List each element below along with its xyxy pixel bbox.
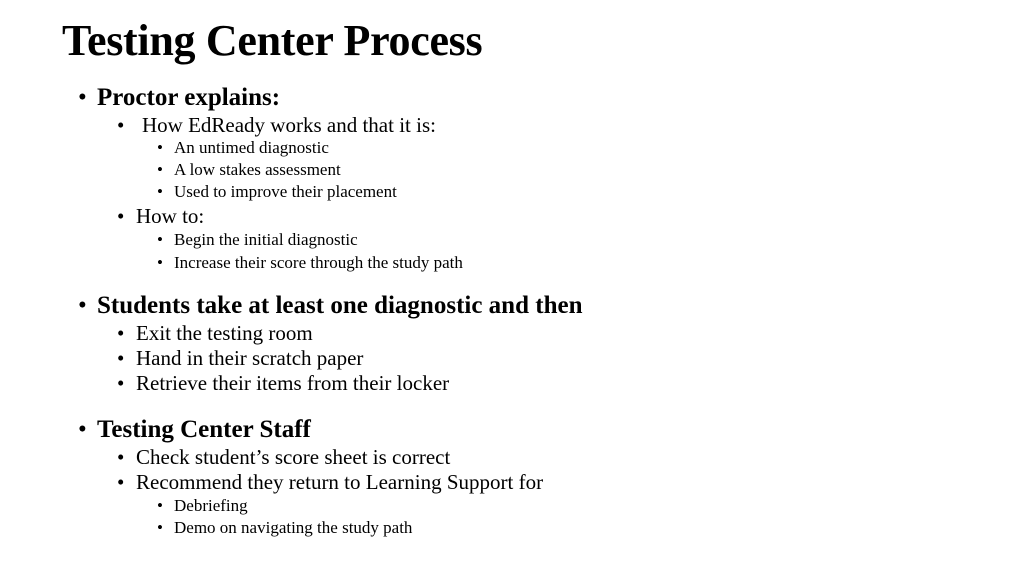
bullet-icon: • <box>157 496 163 515</box>
bullet-icon: • <box>117 204 125 228</box>
bullet-icon: • <box>157 138 163 157</box>
sub-list-item-text: An untimed diagnostic <box>174 138 329 157</box>
bullet-icon: • <box>117 470 125 494</box>
bullet-icon: • <box>157 253 163 272</box>
bullet-icon: • <box>78 416 87 443</box>
bullet-icon: • <box>157 182 163 201</box>
sub-list-item-text: Begin the initial diagnostic <box>174 230 358 249</box>
sub-list-item-text: Increase their score through the study p… <box>174 253 463 272</box>
list-item-text: Hand in their scratch paper <box>136 346 364 370</box>
list-item-text: Retrieve their items from their locker <box>136 371 450 395</box>
bullet-icon: • <box>117 321 125 345</box>
list-item-text: Check student’s score sheet is correct <box>136 445 451 469</box>
bullet-icon: • <box>157 518 163 537</box>
list-item-text: Recommend they return to Learning Suppor… <box>136 470 544 494</box>
sub-list-item-text: Demo on navigating the study path <box>174 518 413 537</box>
bullet-icon: • <box>78 292 87 319</box>
bullet-icon: • <box>117 371 125 395</box>
bullet-icon: • <box>157 230 163 249</box>
list-item-text: Exit the testing room <box>136 321 313 345</box>
bullet-icon: • <box>117 445 125 469</box>
list-item-text: How to: <box>136 204 205 228</box>
section-heading-text: Proctor explains: <box>97 84 281 111</box>
sub-list-item-text: Debriefing <box>174 496 248 515</box>
sub-list-item-text: Used to improve their placement <box>174 182 397 201</box>
section-heading-text: Testing Center Staff <box>97 416 311 443</box>
bullet-icon: • <box>117 346 125 370</box>
section-heading-text: Students take at least one diagnostic an… <box>97 292 583 319</box>
bullet-icon: • <box>157 160 163 179</box>
bullet-icon: • <box>117 113 125 137</box>
bullet-icon: • <box>78 84 87 111</box>
sub-list-item-text: A low stakes assessment <box>174 160 341 179</box>
list-item-text: How EdReady works and that it is: <box>142 113 436 137</box>
slide-title: Testing Center Process <box>62 16 483 65</box>
